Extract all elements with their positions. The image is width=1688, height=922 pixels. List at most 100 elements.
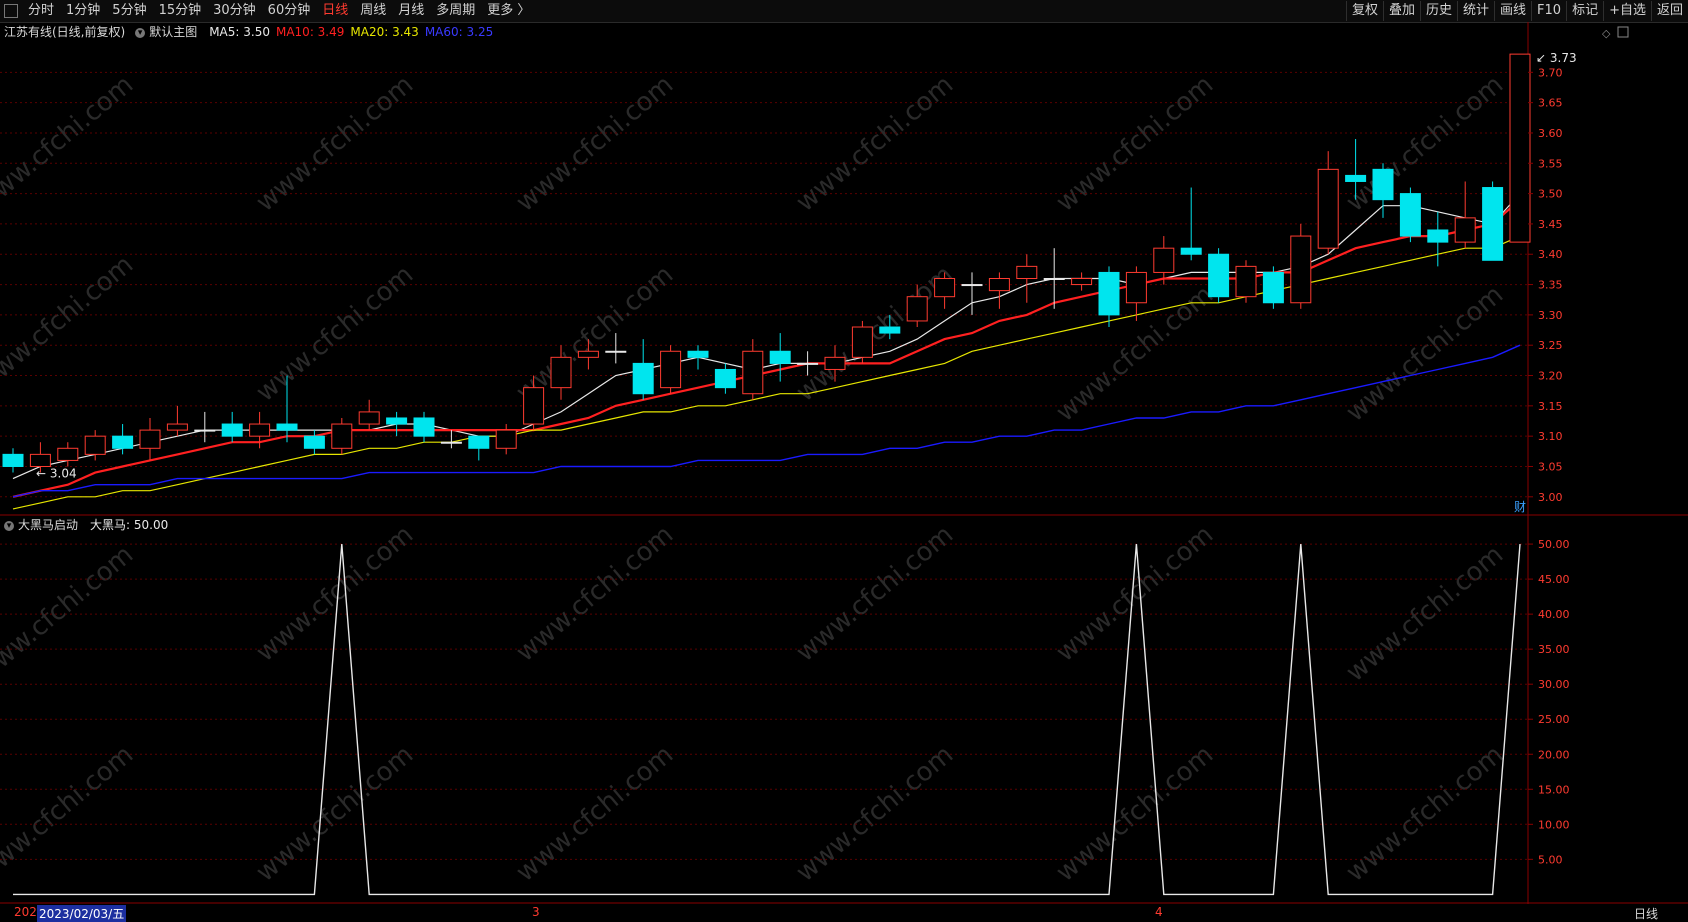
candle-36 (988, 272, 1010, 309)
chart-canvas: www.cfchi.com www.cfchi.com www.cfchi.com w… (0, 22, 1688, 904)
candle-body (1427, 229, 1449, 243)
period-tab-2[interactable]: 5分钟 (106, 0, 152, 22)
period-tab-7[interactable]: 周线 (354, 0, 392, 22)
watermark-22: www.cfchi.com (1051, 740, 1220, 888)
candle-51 (1399, 187, 1421, 243)
candle-31 (851, 320, 873, 364)
indicator-tick-label-9: 5.00 (1538, 853, 1563, 866)
annotations: ↙ 3.73 ← 3.04 财 ◇ (36, 26, 1629, 514)
watermark-2: www.cfchi.com (511, 70, 680, 218)
candle-body (1180, 247, 1202, 255)
candle-30 (824, 345, 846, 382)
toolbar-button-3[interactable]: 统计 (1457, 1, 1494, 21)
current-date: 2023/02/03/五 (37, 905, 127, 922)
indicator-tick-label-3: 35.00 (1538, 643, 1570, 656)
period-label[interactable]: 日线 (1634, 905, 1658, 922)
candle-19 (523, 375, 545, 431)
candle-23 (632, 339, 654, 400)
candlesticks (2, 53, 1531, 473)
restore-window-icon (1617, 26, 1629, 38)
candle-body (1016, 265, 1038, 280)
ma10-value: MA10: 3.49 (275, 25, 345, 39)
watermark-12: www.cfchi.com (0, 540, 139, 688)
candle-body (797, 362, 819, 365)
finance-marker: 财 (1514, 500, 1526, 514)
period-tab-6[interactable]: 日线 (316, 0, 354, 22)
toolbar-button-0[interactable]: 复权 (1345, 1, 1383, 21)
period-tab-10[interactable]: 更多 〉 (481, 0, 536, 22)
candle-52 (1427, 211, 1449, 267)
candle-body (413, 417, 435, 437)
candle-body (57, 447, 79, 461)
candle-16 (440, 430, 462, 449)
candle-44 (1208, 248, 1230, 303)
candle-6 (166, 405, 188, 437)
candle-body (824, 356, 846, 370)
main-chart-info: 江苏有线(日线,前复权) ▾ 默认主图 MA5: 3.50 MA10: 3.49 … (0, 23, 499, 41)
watermark-21: www.cfchi.com (791, 740, 960, 888)
stock-title[interactable]: 江苏有线(日线,前复权) (4, 23, 125, 41)
indicator-dropdown[interactable]: ▾ 大黑马启动 (0, 516, 84, 534)
indicator-tick-label-5: 25.00 (1538, 713, 1570, 726)
indicator-tick-label-8: 10.00 (1538, 818, 1570, 831)
high-price-label: ↙ 3.73 (1536, 51, 1577, 65)
candle-body (1482, 187, 1504, 261)
indicator-tick-label-6: 20.00 (1538, 748, 1570, 761)
price-tick-label-7: 3.35 (1538, 279, 1563, 292)
period-tab-0[interactable]: 分时 (22, 0, 60, 22)
candle-15 (413, 411, 435, 443)
candle-body (1509, 53, 1531, 243)
toolbar-button-7[interactable]: +自选 (1603, 1, 1651, 21)
candle-body (468, 435, 490, 449)
candle-27 (742, 339, 764, 400)
toolbar-button-4[interactable]: 画线 (1494, 1, 1531, 21)
period-tab-1[interactable]: 1分钟 (60, 0, 106, 22)
watermark-10: www.cfchi.com (1051, 280, 1220, 428)
ma-line-ma20 (12, 235, 1521, 510)
ma60-value: MA60: 3.25 (424, 25, 494, 39)
candle-body (1043, 278, 1065, 280)
period-tab-5[interactable]: 60分钟 (262, 0, 317, 22)
price-tick-label-3: 3.55 (1538, 157, 1563, 170)
candle-body (139, 429, 161, 449)
toolbar-button-5[interactable]: F10 (1531, 1, 1566, 21)
month-label-march: 3 (532, 905, 540, 919)
period-tab-4[interactable]: 30分钟 (207, 0, 262, 22)
watermark-5: www.cfchi.com (1341, 70, 1510, 218)
watermark-11: www.cfchi.com (1341, 280, 1510, 428)
candle-33 (906, 284, 928, 328)
indicator-tick-label-1: 45.00 (1538, 573, 1570, 586)
candle-body (632, 362, 654, 395)
toolbar-button-8[interactable]: 返回 (1650, 1, 1688, 21)
candle-11 (303, 430, 325, 455)
candle-body (303, 435, 325, 449)
toolbar-button-1[interactable]: 叠加 (1382, 1, 1420, 21)
template-dropdown[interactable]: ▾ 默认主图 (131, 23, 203, 41)
candle-body (249, 423, 271, 437)
watermark-15: www.cfchi.com (791, 520, 960, 668)
toolbar-button-6[interactable]: 标记 (1566, 1, 1603, 21)
candle-body (1345, 174, 1367, 182)
price-tick-label-12: 3.10 (1538, 430, 1563, 443)
toolbar-button-2[interactable]: 历史 (1419, 1, 1457, 21)
period-tab-9[interactable]: 多周期 (430, 0, 481, 22)
indicator-tick-label-7: 15.00 (1538, 783, 1570, 796)
price-tick-label-10: 3.20 (1538, 370, 1563, 383)
candle-body (1098, 271, 1120, 316)
date-bar: 202 2023/02/03/五 3 4 日线 (0, 904, 1688, 922)
price-tick-label-0: 3.70 (1538, 66, 1563, 79)
candle-body (1454, 217, 1476, 243)
window-menu-icon[interactable] (4, 4, 18, 18)
candle-54 (1482, 181, 1504, 261)
toolbar-right-buttons: 复权 叠加 历史 统计 画线 F10 标记 +自选 返回 (1345, 0, 1688, 22)
candle-body (879, 326, 901, 334)
price-tick-label-14: 3.00 (1538, 491, 1563, 504)
period-tab-8[interactable]: 月线 (392, 0, 430, 22)
watermark-1: www.cfchi.com (251, 70, 420, 218)
price-tick-label-8: 3.30 (1538, 309, 1563, 322)
indicator-series-line (13, 544, 1521, 896)
panel-frames (0, 22, 1688, 904)
candle-body (1317, 168, 1339, 249)
candle-13 (358, 399, 380, 431)
period-tab-3[interactable]: 15分钟 (153, 0, 208, 22)
